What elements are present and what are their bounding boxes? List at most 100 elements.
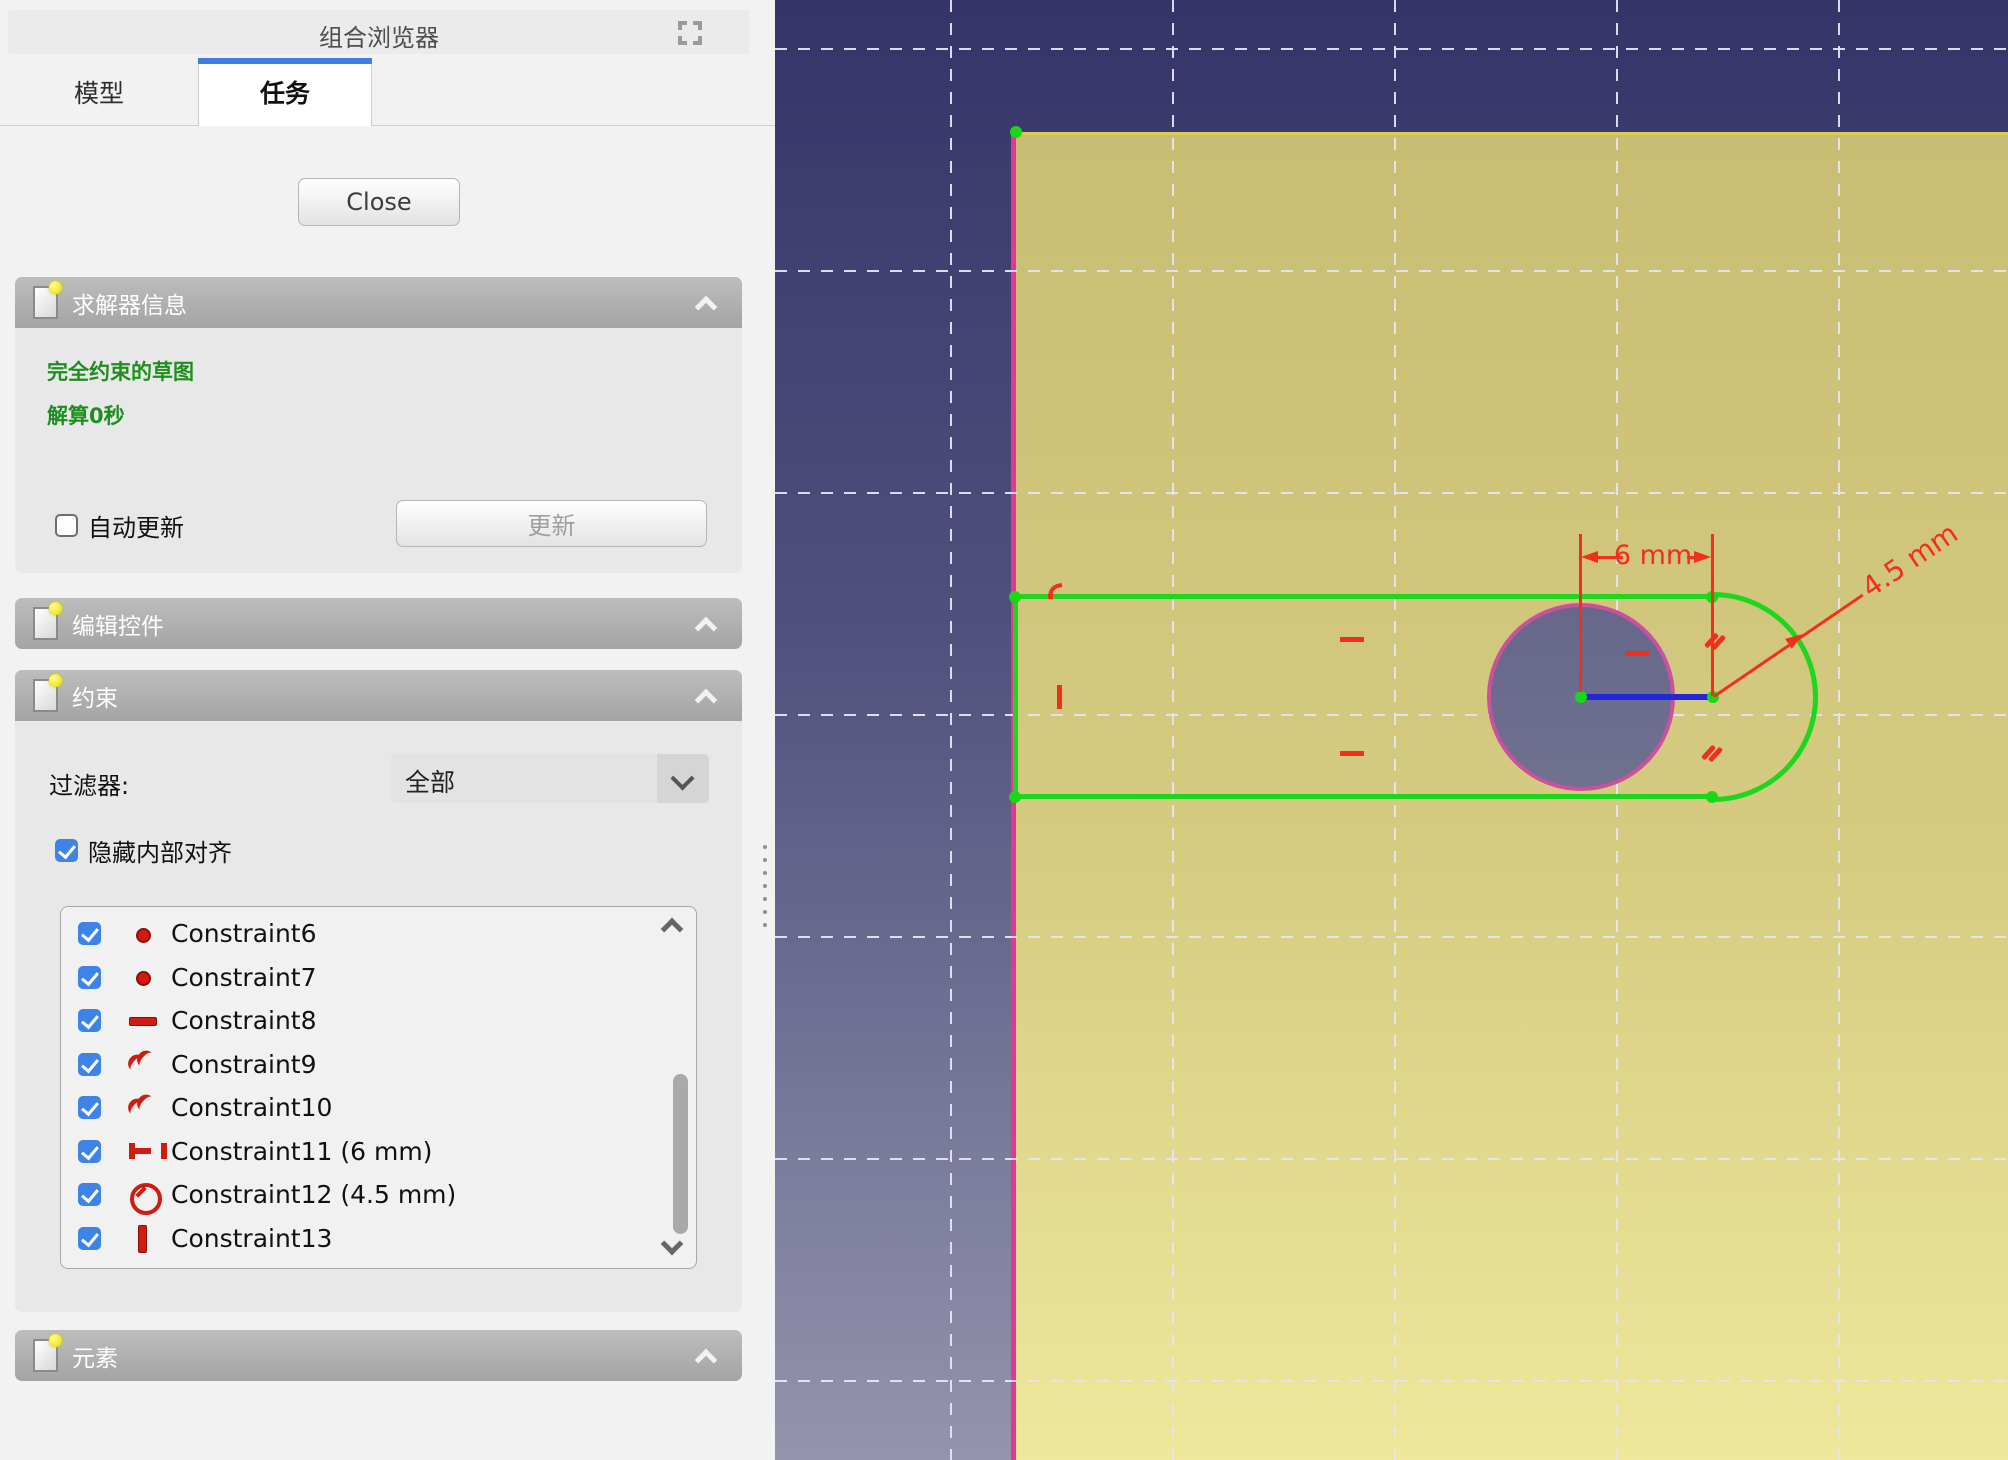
constraints-section-body: 过滤器: 全部 隐藏内部对齐 Constraint6Constraint7Con… xyxy=(15,721,742,1312)
tab-tasks[interactable]: 任务 xyxy=(198,58,372,126)
constraint-list[interactable]: Constraint6 Constraint7 Constraint8 Constra… xyxy=(60,906,697,1269)
grid-line xyxy=(775,1158,2008,1160)
constraint-label: Constraint9 xyxy=(171,1050,317,1079)
auto-update-row: 自动更新 xyxy=(55,508,184,543)
constraint-checkbox[interactable] xyxy=(78,1140,101,1163)
horizontal-marker-icon xyxy=(1625,651,1649,656)
scrollbar-thumb[interactable] xyxy=(673,1074,688,1234)
grid-line xyxy=(1394,0,1396,1460)
vertex-point[interactable] xyxy=(1010,126,1022,138)
coincident-point-icon xyxy=(127,919,157,949)
constraint-checkbox[interactable] xyxy=(78,966,101,989)
constraint-label: Constraint11 (6 mm) xyxy=(171,1137,432,1166)
task-panel: 组合浏览器 模型 任务 Close 求解器信息 完全约束的草图 解算0秒 自动更… xyxy=(0,0,775,1460)
grid-line xyxy=(950,0,952,1460)
constraint-checkbox[interactable] xyxy=(78,1096,101,1119)
constraint-row[interactable]: Constraint7 xyxy=(61,956,696,1000)
constraints-section-title: 约束 xyxy=(72,679,118,713)
tangent-marker-icon xyxy=(1700,742,1724,766)
collapse-icon[interactable] xyxy=(695,616,718,639)
radius-constraint-icon xyxy=(127,1180,157,1210)
grid-line xyxy=(775,1380,2008,1382)
grid-line xyxy=(775,48,2008,50)
constraint-row[interactable]: Constraint6 xyxy=(61,912,696,956)
constraint-label: Constraint6 xyxy=(171,919,317,948)
slot-left-line[interactable] xyxy=(1013,594,1018,799)
constraint-row[interactable]: Constraint9 xyxy=(61,1043,696,1087)
task-section-icon xyxy=(33,286,58,319)
filter-value: 全部 xyxy=(405,763,455,799)
grid-line xyxy=(1172,0,1174,1460)
panel-title: 组合浏览器 xyxy=(8,18,750,53)
hide-internal-row: 隐藏内部对齐 xyxy=(55,833,232,868)
constraint-row[interactable]: Constraint13 xyxy=(61,1217,696,1261)
solver-section-header[interactable]: 求解器信息 xyxy=(15,277,742,328)
collapse-icon[interactable] xyxy=(695,688,718,711)
tangent-constraint-icon xyxy=(127,1093,157,1123)
constraint-checkbox[interactable] xyxy=(78,1227,101,1250)
dimension-extension-line xyxy=(1711,534,1714,696)
collapse-icon[interactable] xyxy=(695,1348,718,1371)
update-button[interactable]: 更新 xyxy=(396,500,707,547)
close-button[interactable]: Close xyxy=(298,178,460,226)
grid-line xyxy=(775,936,2008,938)
solver-section-body: 完全约束的草图 解算0秒 自动更新 更新 xyxy=(15,328,742,573)
grid-line xyxy=(775,492,2008,494)
constraint-checkbox[interactable] xyxy=(78,1009,101,1032)
slot-bottom-line[interactable] xyxy=(1013,794,1715,799)
tangent-constraint-icon xyxy=(127,1049,157,1079)
vertical-constraint-icon xyxy=(127,1223,157,1253)
hide-internal-checkbox[interactable] xyxy=(55,839,78,862)
constraint-row[interactable]: Constraint8 xyxy=(61,999,696,1043)
elements-section-header[interactable]: 元素 xyxy=(15,1330,742,1381)
horizontal-constraint-icon xyxy=(127,1006,157,1036)
grid-line xyxy=(775,714,2008,716)
grid-line xyxy=(1838,0,1840,1460)
slot-top-line[interactable] xyxy=(1013,594,1715,599)
constraint-row[interactable]: Constraint11 (6 mm) xyxy=(61,1130,696,1174)
chevron-down-icon xyxy=(657,754,709,803)
coincident-point-icon xyxy=(127,962,157,992)
constraint-checkbox[interactable] xyxy=(78,1183,101,1206)
hide-internal-label: 隐藏内部对齐 xyxy=(88,833,232,868)
vertex-point[interactable] xyxy=(1009,591,1021,603)
filter-dropdown[interactable]: 全部 xyxy=(391,754,709,803)
filter-label: 过滤器: xyxy=(49,766,129,801)
horizontal-marker-icon xyxy=(1340,637,1364,642)
circle-center-point[interactable] xyxy=(1575,691,1587,703)
constraint-row[interactable]: Constraint12 (4.5 mm) xyxy=(61,1173,696,1217)
vertex-point[interactable] xyxy=(1009,791,1021,803)
auto-update-label: 自动更新 xyxy=(88,508,184,543)
tab-model[interactable]: 模型 xyxy=(0,58,198,126)
edit-controls-section-header[interactable]: 编辑控件 xyxy=(15,598,742,649)
panel-splitter-handle[interactable] xyxy=(761,845,769,937)
constraint-label: Constraint13 xyxy=(171,1224,332,1253)
edit-controls-title: 编辑控件 xyxy=(72,607,164,641)
grid-line xyxy=(775,270,2008,272)
vertical-marker-icon xyxy=(1057,685,1062,709)
constraint-label: Constraint8 xyxy=(171,1006,317,1035)
collapse-icon[interactable] xyxy=(695,295,718,318)
constraints-section-header[interactable]: 约束 xyxy=(15,670,742,721)
task-section-icon xyxy=(33,679,58,712)
horizontal-distance-icon xyxy=(127,1136,157,1166)
task-section-icon xyxy=(33,607,58,640)
constraint-label: Constraint10 xyxy=(171,1093,332,1122)
horizontal-marker-icon xyxy=(1340,751,1364,756)
corner-constraint-marker-icon xyxy=(1045,581,1065,601)
horizontal-dimension-label[interactable]: 6 mm xyxy=(1613,540,1693,571)
auto-update-checkbox[interactable] xyxy=(55,514,78,537)
constraint-row[interactable]: Constraint10 xyxy=(61,1086,696,1130)
undock-icon[interactable] xyxy=(678,21,702,45)
3d-viewport[interactable]: 6 mm 4.5 mm xyxy=(775,0,2008,1460)
constraint-label: Constraint12 (4.5 mm) xyxy=(171,1180,456,1209)
panel-title-bar: 组合浏览器 xyxy=(8,10,750,54)
task-section-icon xyxy=(33,1339,58,1372)
constraint-label: Constraint7 xyxy=(171,963,317,992)
constraint-checkbox[interactable] xyxy=(78,1053,101,1076)
dimension-arrow-icon xyxy=(1581,551,1598,563)
constraint-checkbox[interactable] xyxy=(78,922,101,945)
construction-line[interactable] xyxy=(1581,694,1713,700)
vertex-point[interactable] xyxy=(1706,791,1718,803)
solver-status-message: 完全约束的草图 xyxy=(47,356,194,386)
